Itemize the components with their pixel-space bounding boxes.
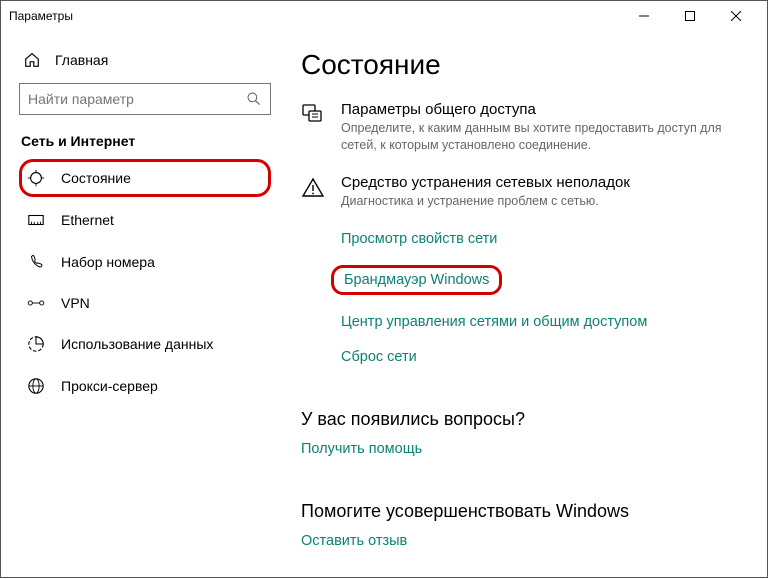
- sidebar-item-label: Прокси-сервер: [61, 378, 158, 394]
- sidebar-item-label: VPN: [61, 295, 90, 311]
- search-icon: [246, 91, 262, 107]
- home-label: Главная: [55, 52, 108, 68]
- link-view-properties[interactable]: Просмотр свойств сети: [341, 231, 497, 247]
- minimize-button[interactable]: [621, 1, 667, 31]
- home-nav[interactable]: Главная: [19, 41, 271, 83]
- search-input[interactable]: [28, 91, 246, 107]
- questions-section: У вас появились вопросы? Получить помощь: [301, 409, 747, 471]
- page-title: Состояние: [301, 49, 747, 81]
- titlebar: Параметры: [1, 1, 767, 31]
- proxy-icon: [27, 377, 45, 395]
- data-usage-icon: [27, 335, 45, 353]
- troubleshoot-row[interactable]: Средство устранения сетевых неполадок Ди…: [301, 174, 747, 210]
- sharing-options-row[interactable]: Параметры общего доступа Определите, к к…: [301, 101, 747, 154]
- sidebar-item-data-usage[interactable]: Использование данных: [19, 325, 271, 363]
- section-label: Сеть и Интернет: [19, 133, 271, 149]
- sidebar-item-dialup[interactable]: Набор номера: [19, 243, 271, 281]
- sharing-desc: Определите, к каким данным вы хотите пре…: [341, 120, 747, 154]
- improve-title: Помогите усовершенствовать Windows: [301, 501, 747, 522]
- sidebar-item-status[interactable]: Состояние: [19, 159, 271, 197]
- sidebar-item-proxy[interactable]: Прокси-сервер: [19, 367, 271, 405]
- troubleshoot-desc: Диагностика и устранение проблем с сетью…: [341, 193, 747, 210]
- link-feedback[interactable]: Оставить отзыв: [301, 533, 407, 549]
- questions-title: У вас появились вопросы?: [301, 409, 747, 430]
- link-sharing-center[interactable]: Центр управления сетями и общим доступом: [341, 314, 647, 330]
- window-title: Параметры: [9, 9, 73, 23]
- warning-icon: [301, 174, 327, 210]
- sidebar-item-label: Использование данных: [61, 336, 213, 352]
- ethernet-icon: [27, 211, 45, 229]
- close-button[interactable]: [713, 1, 759, 31]
- sidebar: Главная Сеть и Интернет Состояние Ethern…: [1, 31, 291, 579]
- main-content: Состояние Параметры общего доступа Опред…: [291, 31, 767, 579]
- sidebar-item-vpn[interactable]: VPN: [19, 285, 271, 321]
- sidebar-item-label: Ethernet: [61, 212, 114, 228]
- link-get-help[interactable]: Получить помощь: [301, 441, 422, 457]
- link-network-reset[interactable]: Сброс сети: [341, 349, 417, 365]
- improve-section: Помогите усовершенствовать Windows Остав…: [301, 501, 747, 563]
- search-box[interactable]: [19, 83, 271, 115]
- home-icon: [23, 51, 41, 69]
- troubleshoot-title: Средство устранения сетевых неполадок: [341, 174, 747, 191]
- maximize-button[interactable]: [667, 1, 713, 31]
- link-windows-firewall[interactable]: Брандмауэр Windows: [331, 265, 502, 295]
- vpn-icon: [27, 295, 45, 311]
- sidebar-item-label: Состояние: [61, 170, 131, 186]
- dialup-icon: [27, 253, 45, 271]
- sidebar-item-ethernet[interactable]: Ethernet: [19, 201, 271, 239]
- sidebar-item-label: Набор номера: [61, 254, 155, 270]
- status-icon: [27, 169, 45, 187]
- sharing-icon: [301, 101, 327, 154]
- sharing-title: Параметры общего доступа: [341, 101, 747, 118]
